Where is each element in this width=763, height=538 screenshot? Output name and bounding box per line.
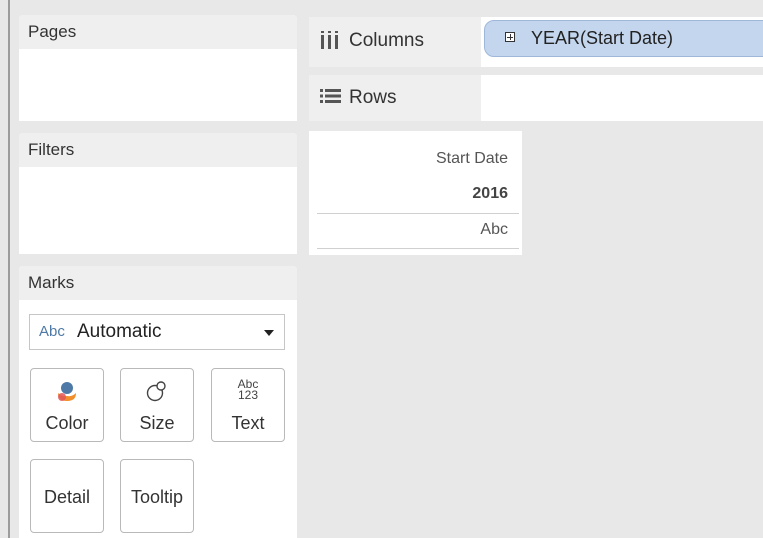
size-button[interactable]: Size <box>120 368 194 442</box>
marks-card: Marks Abc Automatic Color Size Abc 123 T… <box>19 266 297 538</box>
filters-card[interactable]: Filters <box>19 133 297 254</box>
pane-divider <box>8 0 10 538</box>
tableau-workspace: Pages Filters Marks Abc Automatic Color <box>0 0 763 538</box>
columns-icon <box>321 31 338 49</box>
tooltip-button[interactable]: Tooltip <box>120 459 194 533</box>
color-button-label: Color <box>45 413 89 433</box>
text-button[interactable]: Abc 123 Text <box>211 368 285 442</box>
size-button-label: Size <box>139 413 175 433</box>
detail-button[interactable]: Detail <box>30 459 104 533</box>
rows-icon <box>320 89 341 103</box>
text-icon-line2: 123 <box>237 388 259 402</box>
columns-shelf-label: Columns <box>349 30 424 51</box>
column-header: Start Date <box>435 150 508 167</box>
pages-card-title: Pages <box>19 15 297 49</box>
mark-type-dropdown[interactable]: Abc Automatic <box>29 314 285 350</box>
expand-icon[interactable] <box>505 32 515 42</box>
table-divider <box>317 248 519 249</box>
year-header[interactable]: 2016 <box>472 185 508 203</box>
tooltip-button-label: Tooltip <box>130 487 184 507</box>
table-divider <box>317 213 519 214</box>
mark-type-abc-icon: Abc <box>39 323 65 340</box>
rows-shelf-label: Rows <box>349 87 397 108</box>
text-icon: Abc 123 <box>233 378 263 402</box>
view-table[interactable]: Start Date 2016 Abc <box>309 131 522 255</box>
columns-shelf-header: Columns <box>309 17 481 67</box>
detail-button-label: Detail <box>43 487 91 507</box>
pill-label: YEAR(Start Date) <box>531 28 674 48</box>
text-button-label: Text <box>231 413 265 433</box>
rows-shelf[interactable]: Rows <box>309 75 763 121</box>
year-start-date-pill[interactable]: YEAR(Start Date) <box>484 20 763 57</box>
color-button[interactable]: Color <box>30 368 104 442</box>
chevron-down-icon <box>264 330 274 336</box>
size-icon <box>146 381 166 402</box>
color-icon <box>58 382 76 401</box>
table-cell[interactable]: Abc <box>480 221 508 239</box>
pages-card[interactable]: Pages <box>19 15 297 121</box>
mark-type-value: Automatic <box>77 321 162 342</box>
columns-shelf[interactable]: Columns YEAR(Start Date) <box>309 17 763 67</box>
filters-card-title: Filters <box>19 133 297 167</box>
rows-shelf-header: Rows <box>309 75 481 121</box>
marks-card-title: Marks <box>19 266 297 300</box>
